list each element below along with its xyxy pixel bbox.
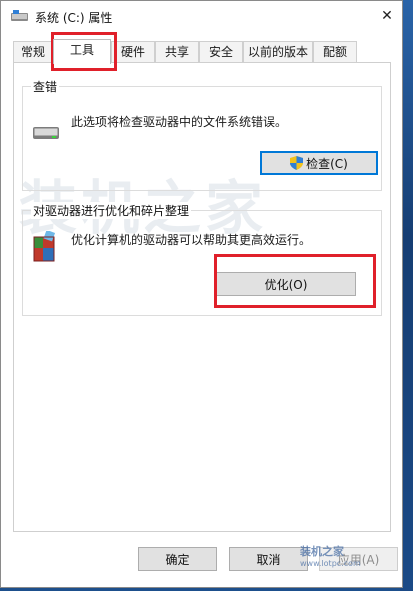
tab-tools[interactable]: 工具 <box>53 39 111 64</box>
tab-general[interactable]: 常规 <box>13 41 53 62</box>
error-check-group: 查错 此选项将检查驱动器中的文件系统错误。 检查(C) <box>22 78 382 191</box>
window-title: 系统 (C:) 属性 <box>35 11 113 25</box>
optimize-description: 优化计算机的驱动器可以帮助其更高效运行。 <box>71 233 312 247</box>
tools-panel: 装机之家 查错 此选项将检查驱动器中的文件系统错误。 检查(C) 对驱动器进行优… <box>13 62 391 532</box>
optimize-group: 对驱动器进行优化和碎片整理 优化计算机的驱动器可以帮助其更高效运行。 优化(O) <box>22 202 382 316</box>
properties-dialog: 系统 (C:) 属性 ✕ 常规 工具 硬件 共享 安全 以前的版本 配额 装机之… <box>0 0 403 588</box>
check-button[interactable]: 检查(C) <box>260 151 378 175</box>
drive-icon <box>33 127 59 139</box>
close-icon: ✕ <box>381 8 393 24</box>
optimize-button-label: 优化(O) <box>264 277 308 292</box>
tab-label: 以前的版本 <box>247 45 308 59</box>
tab-security[interactable]: 安全 <box>199 41 243 62</box>
tab-sharing[interactable]: 共享 <box>155 41 199 62</box>
title-bar: 系统 (C:) 属性 ✕ <box>1 1 402 33</box>
cancel-button-label: 取消 <box>256 552 281 567</box>
ok-button[interactable]: 确定 <box>138 547 217 571</box>
tab-label: 工具 <box>69 43 94 57</box>
optimize-button[interactable]: 优化(O) <box>216 272 356 296</box>
tab-quota[interactable]: 配额 <box>313 41 357 62</box>
watermark-logo: 装机之家 www.lotpc.com <box>300 546 361 570</box>
tab-previous-versions[interactable]: 以前的版本 <box>243 41 313 62</box>
error-check-title: 查错 <box>31 78 60 95</box>
error-check-description: 此选项将检查驱动器中的文件系统错误。 <box>71 115 288 129</box>
check-button-label: 检查(C) <box>306 156 348 171</box>
tab-label: 共享 <box>164 45 189 59</box>
drive-title-icon <box>11 10 28 21</box>
close-button[interactable]: ✕ <box>373 3 401 29</box>
optimize-title: 对驱动器进行优化和碎片整理 <box>31 202 192 219</box>
tab-hardware[interactable]: 硬件 <box>111 41 155 62</box>
tab-label: 硬件 <box>120 45 145 59</box>
watermark-brand: 装机之家 <box>300 545 344 558</box>
cancel-button[interactable]: 取消 <box>229 547 308 571</box>
defrag-icon <box>33 231 56 262</box>
tab-label: 常规 <box>20 45 45 59</box>
ok-button-label: 确定 <box>165 552 190 567</box>
shield-icon <box>290 156 304 170</box>
tab-label: 安全 <box>208 45 233 59</box>
watermark-url: www.lotpc.com <box>300 559 361 568</box>
tab-label: 配额 <box>322 45 347 59</box>
